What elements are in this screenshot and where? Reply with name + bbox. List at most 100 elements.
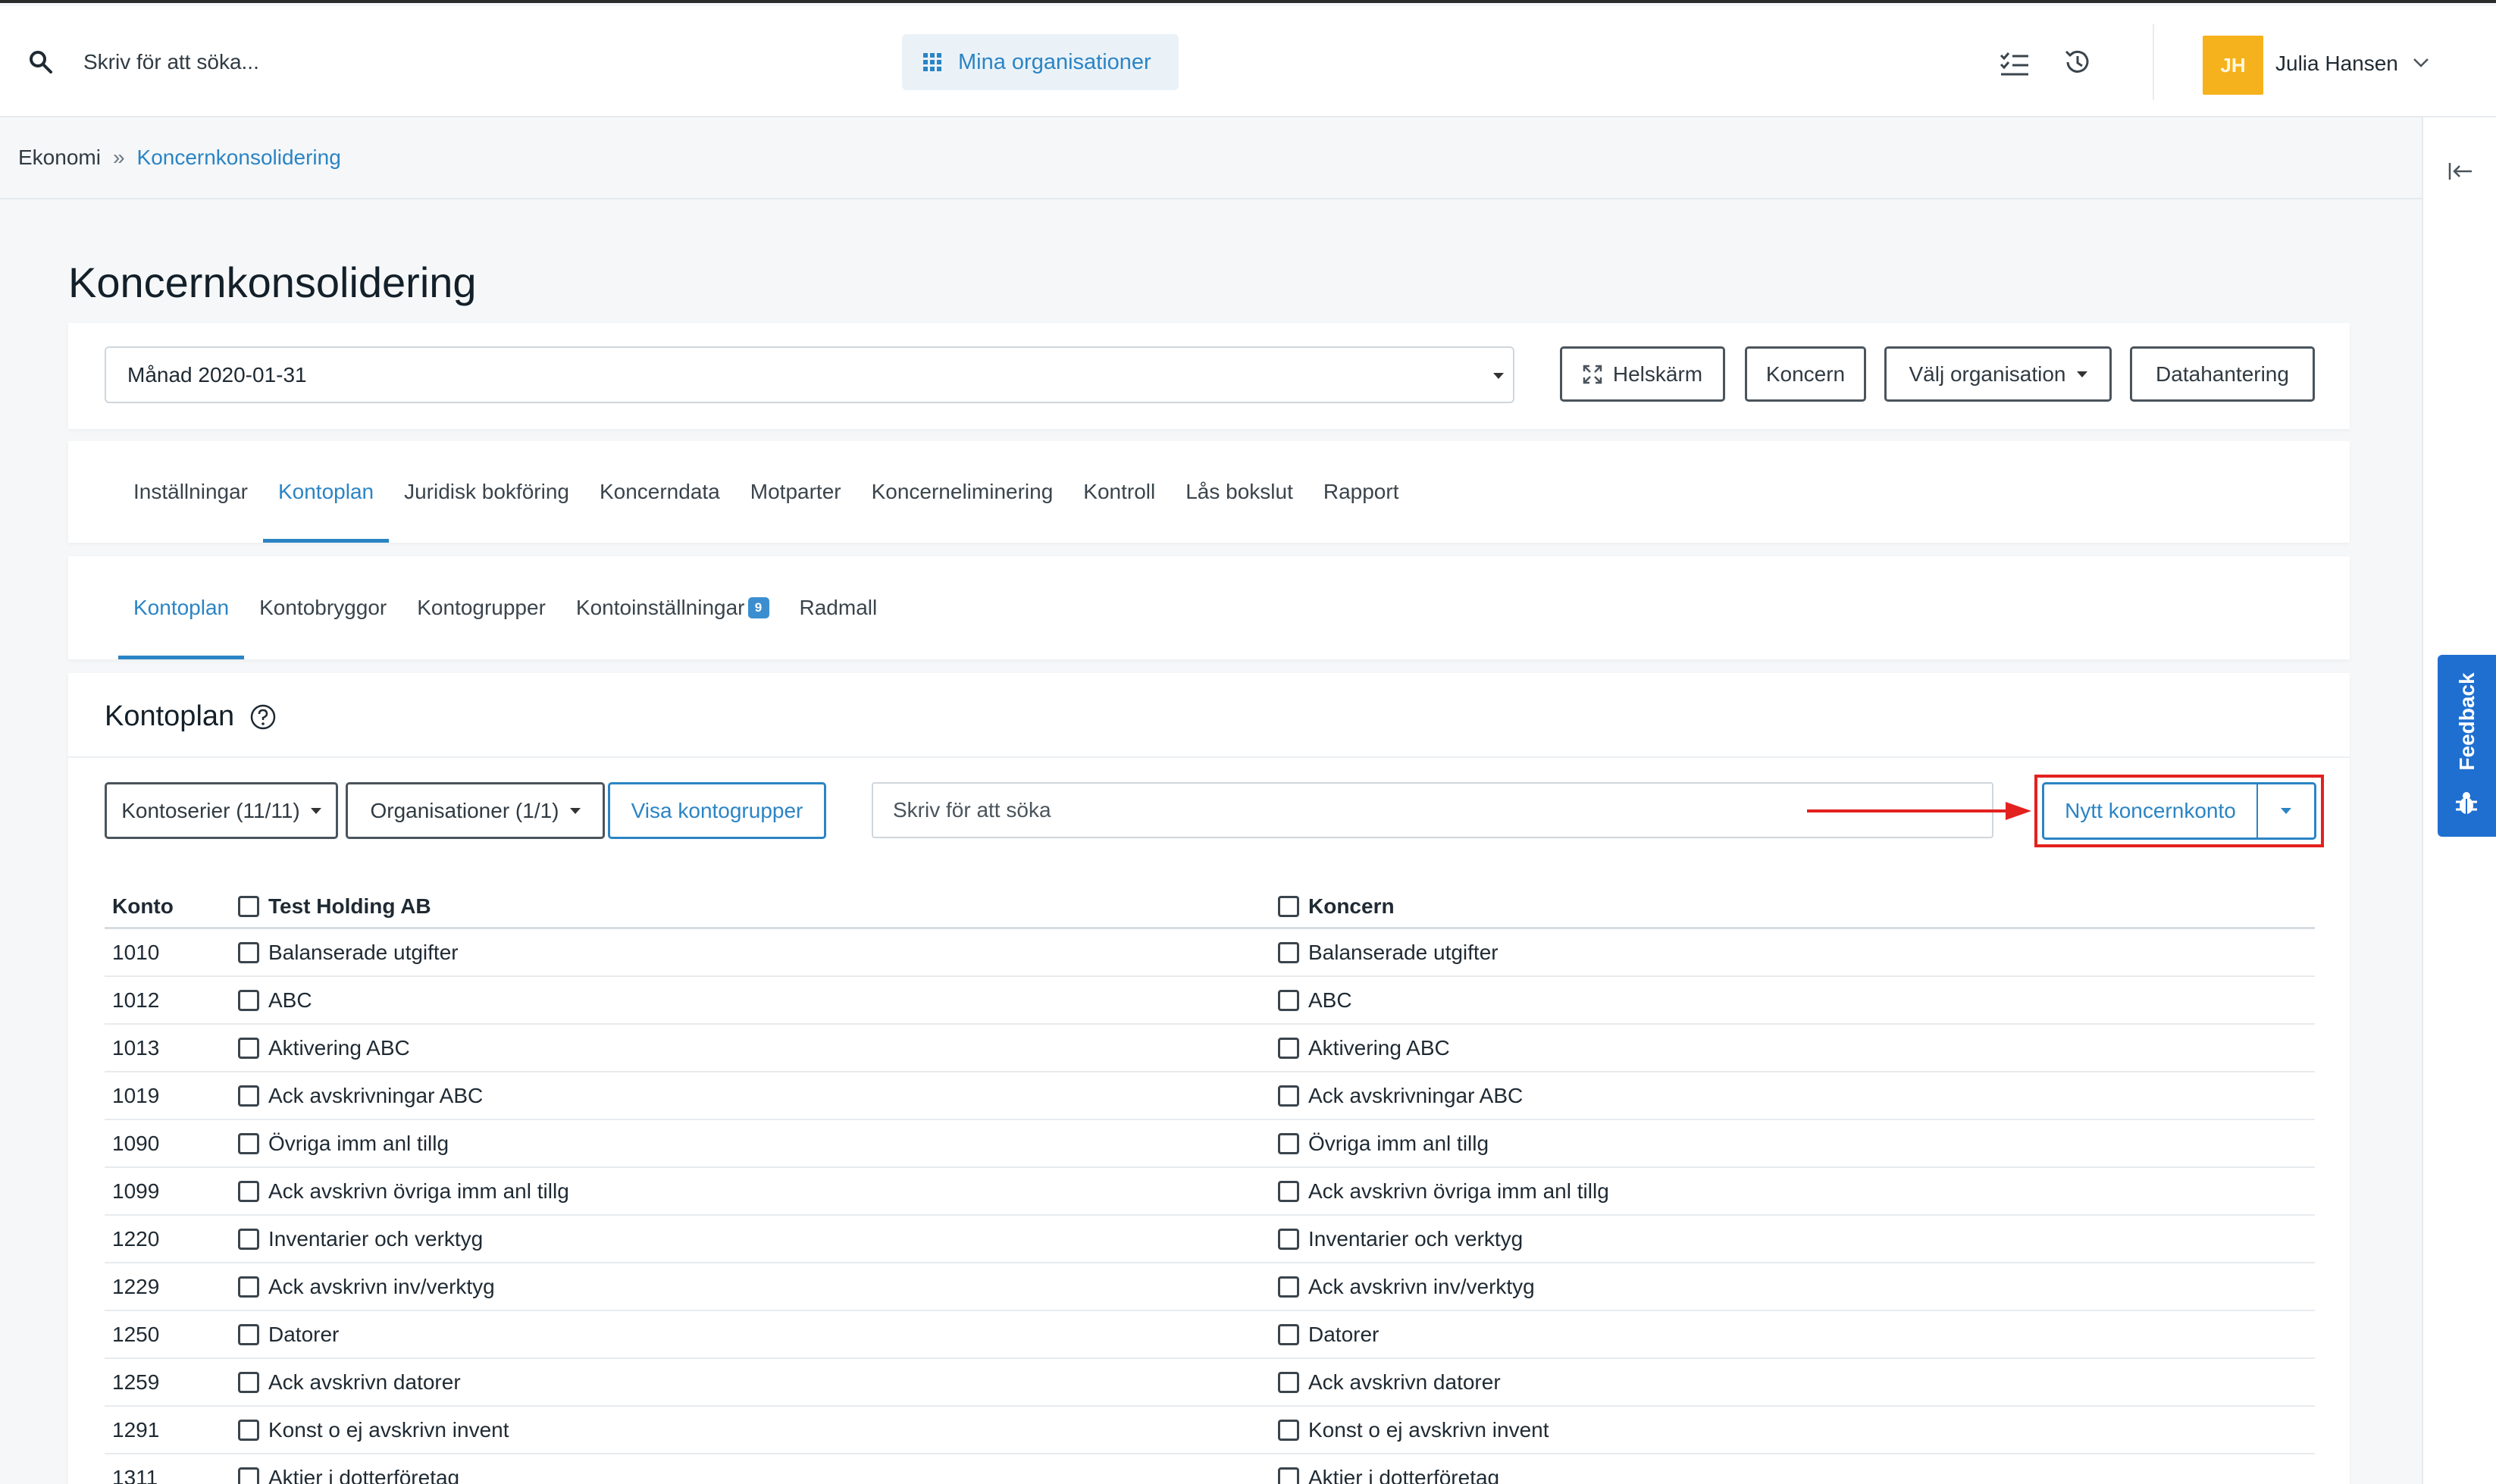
header-col-b-label: Koncern (1308, 894, 1395, 918)
history-icon[interactable] (2062, 47, 2092, 77)
tab-kontroll[interactable]: Kontroll (1068, 441, 1170, 543)
avatar[interactable]: JH (2203, 36, 2263, 95)
account-checkbox[interactable] (238, 1228, 259, 1250)
kontoserier-label: Kontoserier (11/11) (121, 798, 300, 822)
account-checkbox[interactable] (1278, 1085, 1299, 1107)
tab-kontoplan[interactable]: Kontoplan (262, 441, 390, 543)
search-icon[interactable] (27, 49, 55, 76)
koncern-button[interactable]: Koncern (1745, 346, 1866, 402)
account-cell-b: Aktier i dotterföretag (1278, 1454, 1499, 1484)
subtab-kontobryggor[interactable]: Kontobryggor (244, 556, 402, 659)
select-organization-button[interactable]: Välj organisation (1884, 346, 2112, 402)
account-checkbox[interactable] (238, 941, 259, 963)
table-row: 1220 Inventarier och verktyg Inventarier o… (105, 1216, 2315, 1263)
new-group-account-button[interactable]: Nytt koncernkonto (2042, 782, 2316, 840)
arrow-annotation-icon (1807, 802, 2031, 820)
organisationer-filter[interactable]: Organisationer (1/1) (346, 782, 605, 839)
account-checkbox[interactable] (1278, 1037, 1299, 1059)
account-checkbox[interactable] (238, 1132, 259, 1154)
account-name: Balanserade utgifter (268, 940, 459, 964)
new-group-account-main[interactable]: Nytt koncernkonto (2044, 784, 2258, 837)
tab-label: Rapport (1323, 480, 1399, 503)
table-row: 1311 Aktier i dotterföretag Aktier i dotte… (105, 1454, 2315, 1484)
account-checkbox[interactable] (1278, 1323, 1299, 1345)
account-name: Aktivering ABC (268, 1035, 410, 1060)
count-badge: 9 (747, 597, 769, 618)
kontoserier-filter[interactable]: Kontoserier (11/11) (105, 782, 338, 839)
account-name: Övriga imm anl tillg (268, 1131, 449, 1155)
feedback-tab[interactable]: Feedback (2438, 655, 2496, 837)
tab-motparter[interactable]: Motparter (735, 441, 857, 543)
account-name: Ack avskrivn övriga imm anl tillg (268, 1179, 569, 1203)
account-number: 1291 (112, 1417, 160, 1442)
account-checkbox[interactable] (238, 1037, 259, 1059)
account-name: Balanserade utgifter (1308, 940, 1499, 964)
account-checkbox[interactable] (238, 989, 259, 1011)
my-organizations-button[interactable]: Mina organisationer (902, 34, 1179, 90)
subtab-kontoinställningar[interactable]: Kontoinställningar 9 (561, 556, 785, 659)
main-tabs: Inställningar Kontoplan Juridisk bokföring… (118, 441, 1414, 543)
account-checkbox[interactable] (1278, 941, 1299, 963)
account-checkbox[interactable] (238, 1276, 259, 1298)
account-number: 1259 (112, 1370, 160, 1394)
tab-koncerneliminering[interactable]: Koncerneliminering (857, 441, 1069, 543)
table-row: 1291 Konst o ej avskrivn invent Konst o ej… (105, 1407, 2315, 1454)
new-group-account-dropdown[interactable] (2258, 784, 2314, 837)
datahantering-button[interactable]: Datahantering (2130, 346, 2315, 402)
global-search-input[interactable]: Skriv för att söka... (83, 50, 259, 74)
account-checkbox[interactable] (238, 1180, 259, 1202)
account-checkbox[interactable] (1278, 1467, 1299, 1484)
account-checkbox[interactable] (1278, 1132, 1299, 1154)
subtab-kontogrupper[interactable]: Kontogrupper (402, 556, 561, 659)
account-checkbox[interactable] (238, 1371, 259, 1393)
tab-juridisk-bokföring[interactable]: Juridisk bokföring (389, 441, 584, 543)
help-icon[interactable] (249, 703, 277, 731)
select-all-b-checkbox[interactable] (1278, 895, 1299, 917)
account-cell-b: Övriga imm anl tillg (1278, 1120, 1489, 1166)
table-row: 1259 Ack avskrivn datorer Ack avskrivn dat… (105, 1359, 2315, 1407)
subtab-kontoplan[interactable]: Kontoplan (118, 556, 245, 659)
account-number: 1013 (112, 1035, 160, 1060)
checklist-icon[interactable] (2000, 52, 2030, 77)
page-title: Koncernkonsolidering (68, 258, 477, 306)
datahantering-label: Datahantering (2156, 362, 2289, 386)
account-checkbox[interactable] (238, 1323, 259, 1345)
kontoplan-card: Kontoplan Kontoserier (11/11) Organisati… (68, 673, 2350, 1484)
account-cell-a: ABC (238, 977, 312, 1023)
account-checkbox[interactable] (238, 1467, 259, 1484)
subtab-radmall[interactable]: Radmall (785, 556, 893, 659)
account-cell-a: Ack avskrivn övriga imm anl tillg (238, 1168, 569, 1214)
breadcrumb-ekonomi[interactable]: Ekonomi (18, 146, 101, 170)
collapse-panel-icon[interactable] (2447, 160, 2473, 183)
tab-inställningar[interactable]: Inställningar (118, 441, 263, 543)
tab-rapport[interactable]: Rapport (1308, 441, 1414, 543)
chevron-down-icon[interactable] (2412, 55, 2430, 70)
table-row: 1010 Balanserade utgifter Balanserade utgi… (105, 929, 2315, 977)
period-select[interactable]: Månad 2020-01-31 (105, 346, 1514, 403)
account-cell-a: Inventarier och verktyg (238, 1216, 483, 1262)
account-checkbox[interactable] (238, 1085, 259, 1107)
section-title: Kontoplan (105, 700, 235, 732)
account-cell-b: Ack avskrivn datorer (1278, 1359, 1501, 1405)
account-checkbox[interactable] (1278, 1371, 1299, 1393)
table-row: 1229 Ack avskrivn inv/verktyg Ack avskrivn… (105, 1263, 2315, 1311)
account-checkbox[interactable] (1278, 1419, 1299, 1441)
user-name[interactable]: Julia Hansen (2275, 52, 2398, 76)
fullscreen-button[interactable]: Helskärm (1560, 346, 1725, 402)
account-checkbox[interactable] (1278, 1228, 1299, 1250)
account-checkbox[interactable] (1278, 989, 1299, 1011)
account-checkbox[interactable] (238, 1419, 259, 1441)
table-row: 1090 Övriga imm anl tillg Övriga imm anl t… (105, 1120, 2315, 1168)
tab-lås-bokslut[interactable]: Lås bokslut (1170, 441, 1308, 543)
account-cell-a: Ack avskrivn inv/verktyg (238, 1263, 495, 1310)
account-cell-b: Ack avskrivningar ABC (1278, 1072, 1523, 1119)
account-checkbox[interactable] (1278, 1180, 1299, 1202)
account-name: Ack avskrivn datorer (268, 1370, 461, 1394)
breadcrumb-current[interactable]: Koncernkonsolidering (137, 146, 341, 170)
show-account-groups-button[interactable]: Visa kontogrupper (608, 782, 826, 839)
select-all-a-checkbox[interactable] (238, 895, 259, 917)
account-checkbox[interactable] (1278, 1276, 1299, 1298)
tab-koncerndata[interactable]: Koncerndata (584, 441, 735, 543)
tab-label: Lås bokslut (1185, 480, 1293, 503)
section-header: Kontoplan (105, 700, 277, 733)
